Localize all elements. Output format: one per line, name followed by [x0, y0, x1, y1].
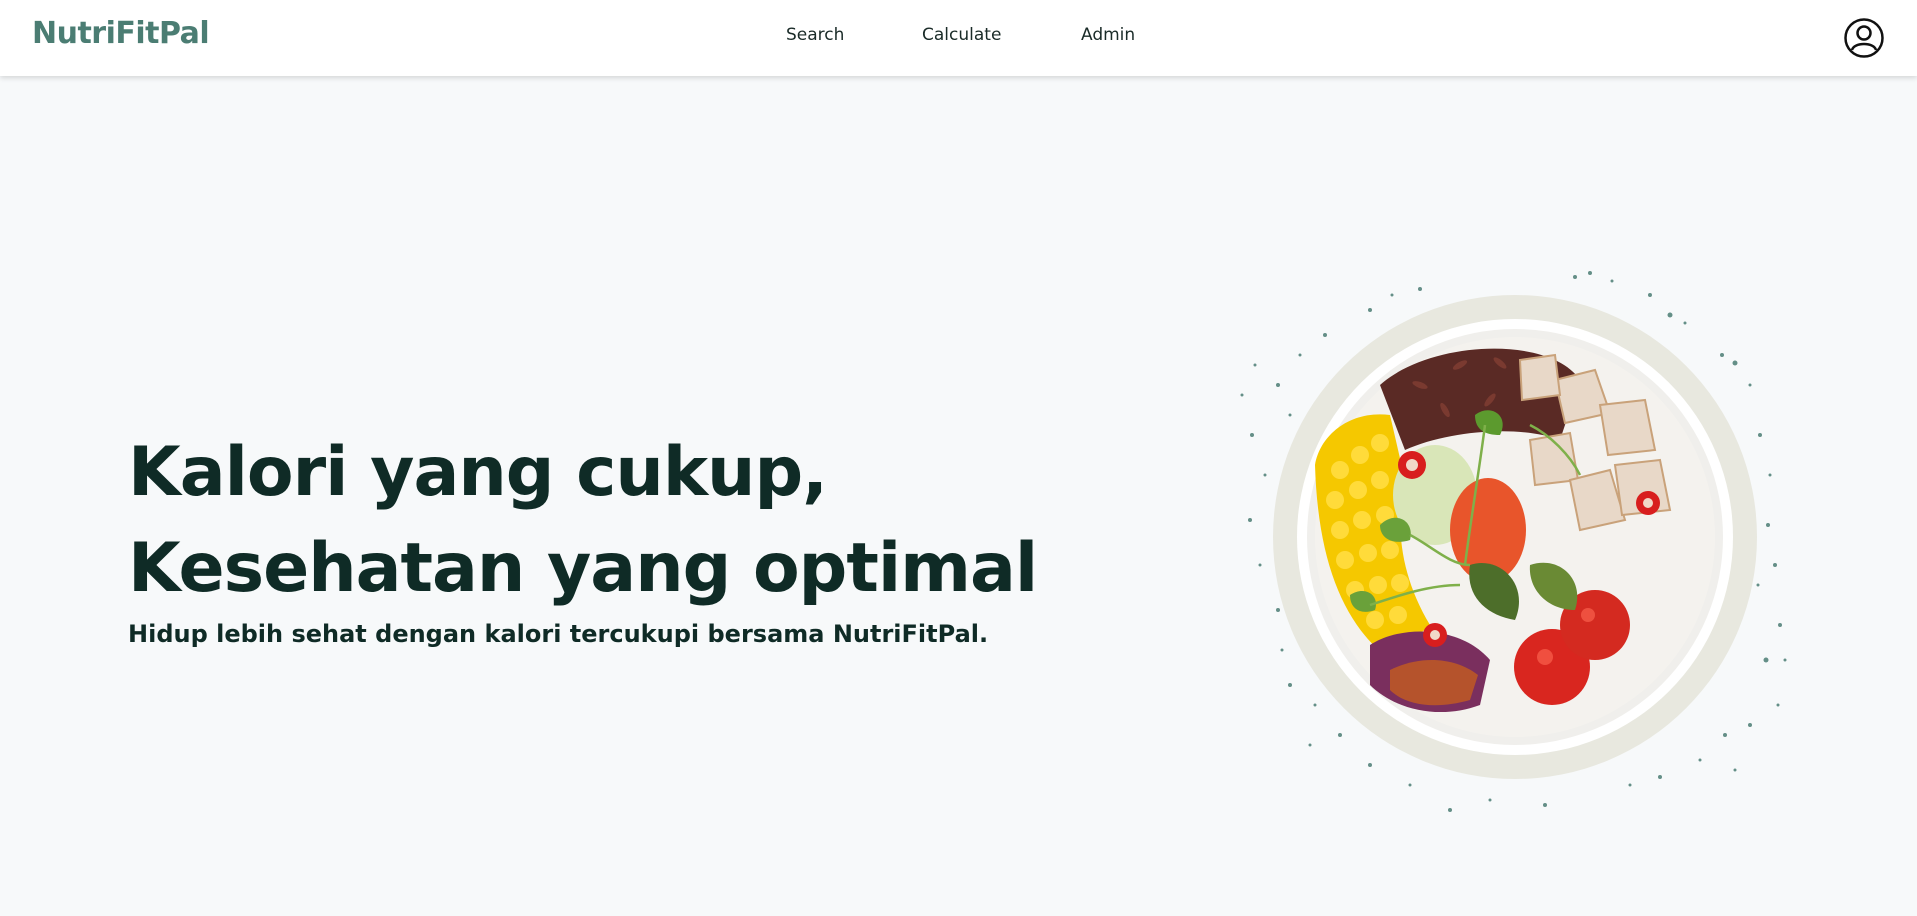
hero-subtitle: Hidup lebih sehat dengan kalori tercukup… [128, 620, 989, 648]
main-nav: Search Calculate Admin [0, 25, 1917, 49]
hero-title: Kalori yang cukup, Kesehatan yang optima… [128, 425, 1038, 617]
nav-link-search[interactable]: Search [786, 25, 844, 45]
top-navbar: NutriFitPal Search Calculate Admin [0, 0, 1917, 76]
salad-bowl-image [1230, 265, 1800, 820]
user-circle-icon [1844, 18, 1884, 58]
hero-title-line-2: Kesehatan yang optimal [128, 529, 1038, 608]
user-profile-button[interactable] [1843, 17, 1885, 59]
hero-title-line-1: Kalori yang cukup, [128, 433, 828, 512]
nav-link-calculate[interactable]: Calculate [922, 25, 1001, 45]
nav-link-admin[interactable]: Admin [1081, 25, 1135, 45]
